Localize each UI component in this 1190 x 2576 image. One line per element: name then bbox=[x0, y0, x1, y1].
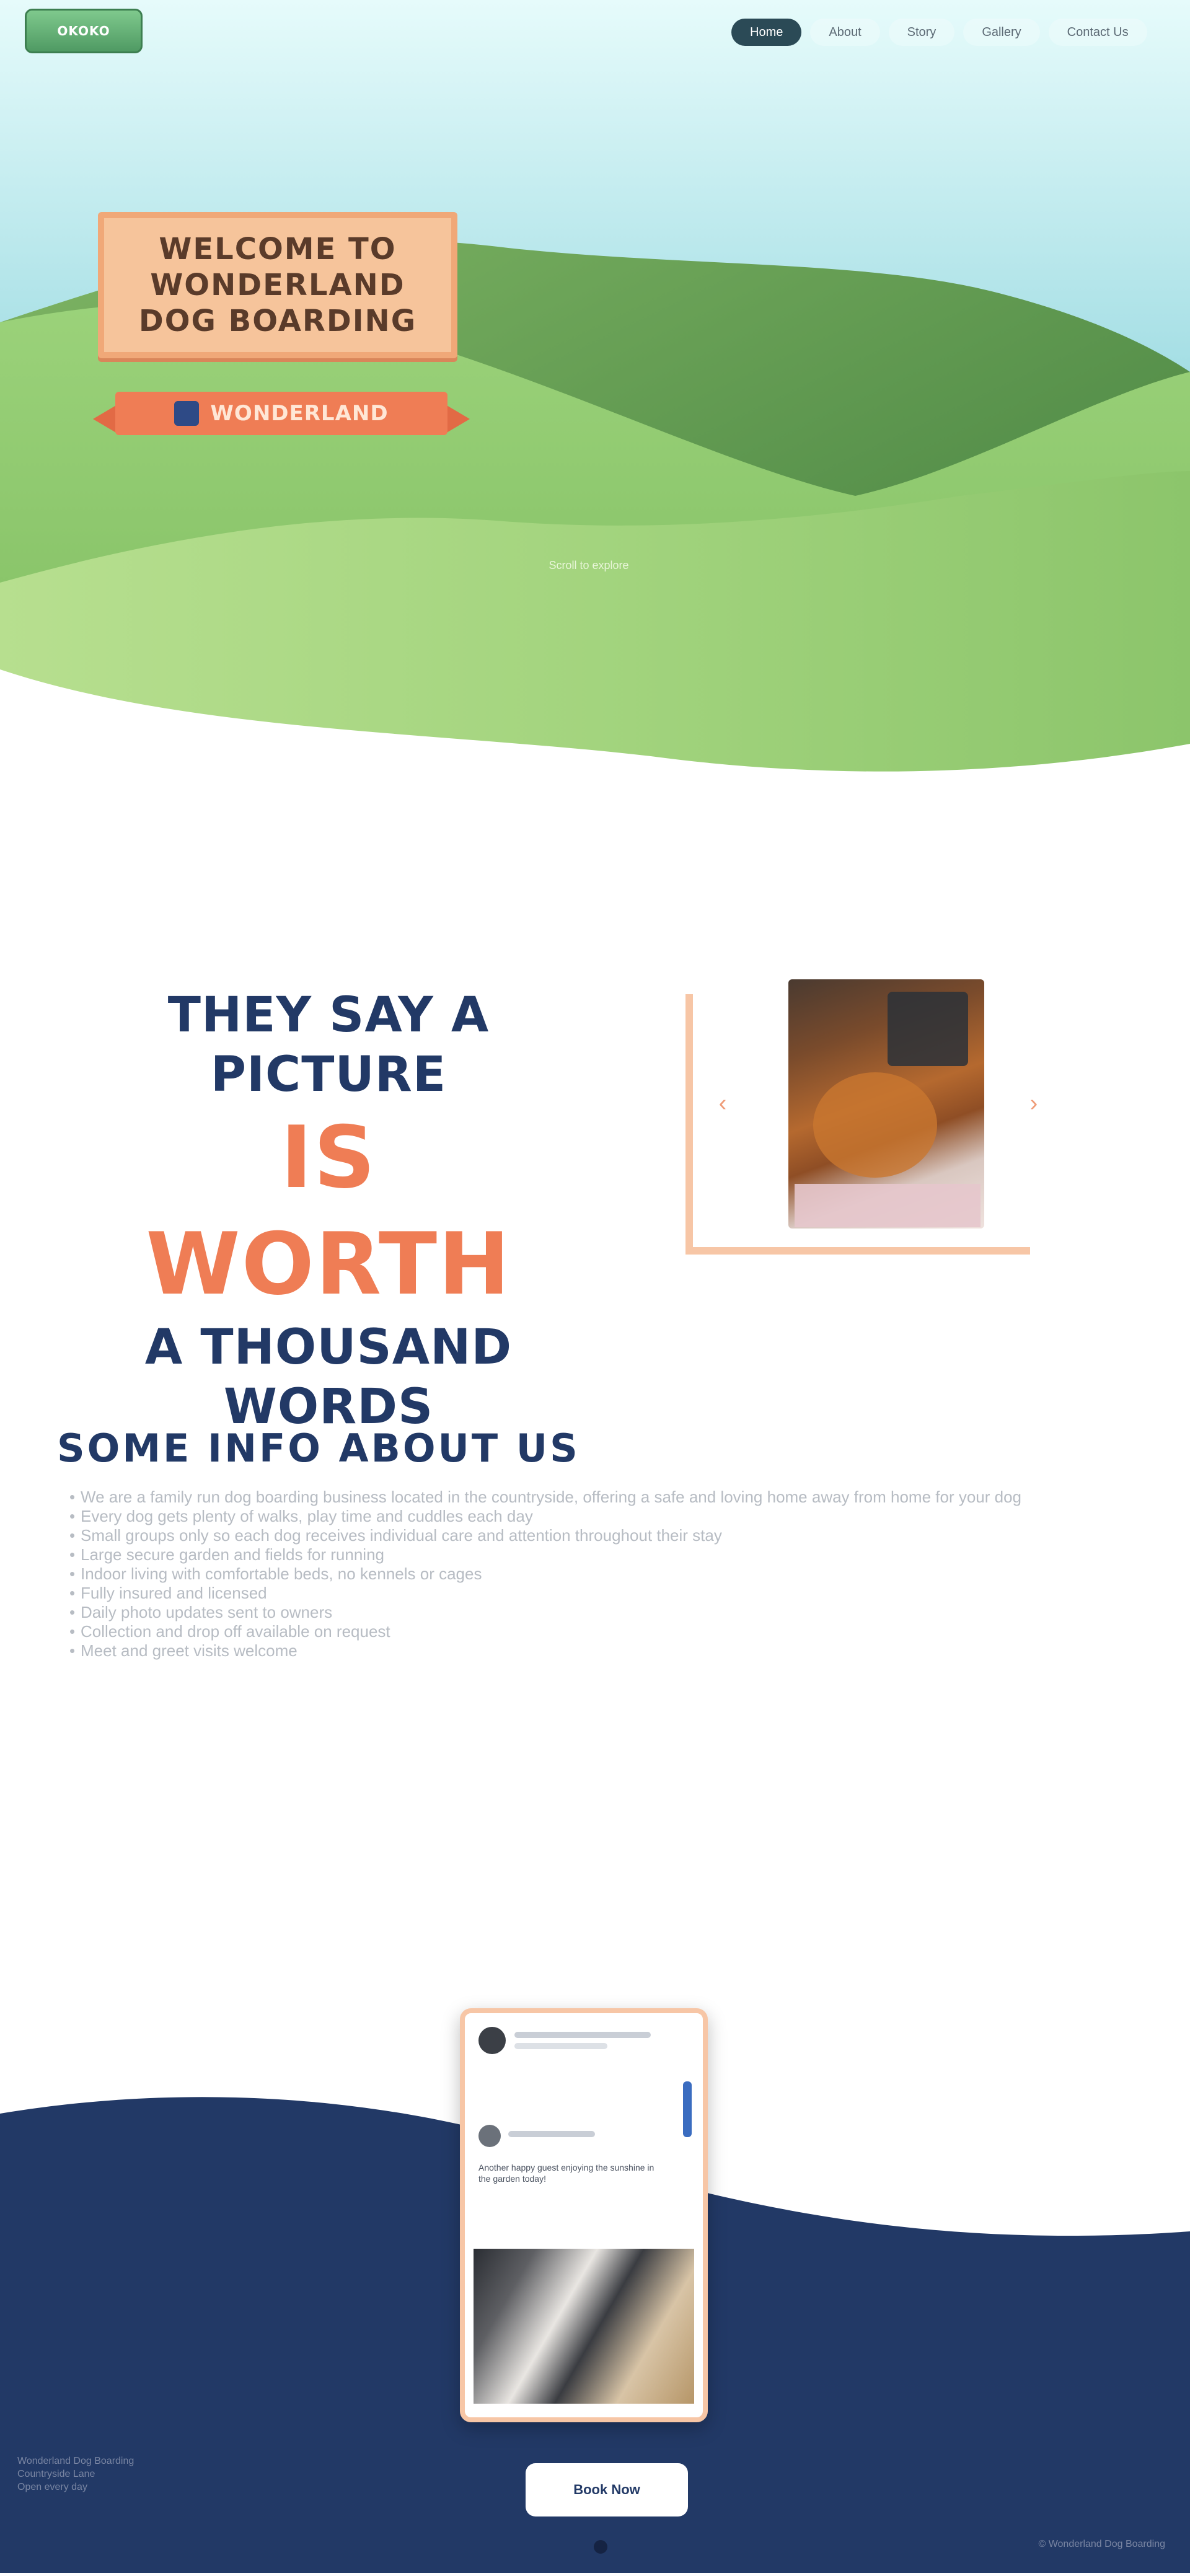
scroll-top-icon[interactable] bbox=[594, 2540, 607, 2554]
post-text: Another happy guest enjoying the sunshin… bbox=[478, 2163, 654, 2184]
footer-contact-text: Wonderland Dog Boarding Countryside Lane… bbox=[17, 2456, 134, 2492]
about-item: We are a family run dog boarding busines… bbox=[69, 1488, 1134, 1507]
about-item: Every dog gets plenty of walks, play tim… bbox=[69, 1507, 1134, 1526]
site-logo[interactable]: OKOKO bbox=[25, 9, 143, 53]
footer-copyright: © Wonderland Dog Boarding bbox=[1038, 2539, 1165, 2549]
feed-header bbox=[478, 2027, 689, 2054]
quote-line-1: THEY SAY A PICTURE bbox=[167, 987, 490, 1103]
post-avatar bbox=[478, 2125, 501, 2147]
post-image[interactable] bbox=[474, 2249, 694, 2404]
about-item: Large secure garden and fields for runni… bbox=[69, 1545, 1134, 1564]
text-placeholder bbox=[514, 2043, 607, 2049]
photo-shape bbox=[795, 1184, 981, 1227]
welcome-line-1: WELCOME TO bbox=[159, 232, 397, 267]
about-item: Fully insured and licensed bbox=[69, 1584, 1134, 1603]
nav-gallery[interactable]: Gallery bbox=[963, 19, 1040, 46]
nav-contact[interactable]: Contact Us bbox=[1048, 19, 1147, 46]
about-list: We are a family run dog boarding busines… bbox=[69, 1488, 1134, 1661]
page-avatar bbox=[478, 2027, 506, 2054]
main-nav: Home About Story Gallery Contact Us bbox=[731, 15, 1147, 50]
welcome-line-3: DOG BOARDING bbox=[138, 304, 417, 338]
paw-badge-icon bbox=[174, 401, 200, 426]
about-item: Small groups only so each dog receives i… bbox=[69, 1526, 1134, 1545]
text-placeholder bbox=[514, 2032, 651, 2038]
nav-story[interactable]: Story bbox=[888, 19, 955, 46]
book-now-button[interactable]: Book Now bbox=[526, 2463, 688, 2516]
quote-line-3: A THOUSAND WORDS bbox=[144, 1320, 513, 1435]
nav-about[interactable]: About bbox=[810, 19, 880, 46]
text-placeholder bbox=[508, 2131, 595, 2137]
nav-home[interactable]: Home bbox=[731, 19, 802, 46]
post-header bbox=[478, 2125, 689, 2150]
facebook-feed-widget[interactable]: Another happy guest enjoying the sunshin… bbox=[460, 2008, 708, 2422]
picture-quote: THEY SAY A PICTURE IS WORTH A THOUSAND W… bbox=[93, 986, 564, 1437]
photo-shape bbox=[813, 1072, 937, 1178]
about-item: Collection and drop off available on req… bbox=[69, 1622, 1134, 1641]
about-item: Indoor living with comfortable beds, no … bbox=[69, 1564, 1134, 1584]
about-title: SOME INFO ABOUT US bbox=[57, 1426, 580, 1471]
ribbon-text: WONDERLAND bbox=[210, 401, 389, 426]
quote-line-2: IS WORTH bbox=[146, 1108, 511, 1314]
ribbon-banner: WONDERLAND bbox=[115, 392, 447, 435]
carousel-next-icon[interactable]: › bbox=[1021, 1085, 1046, 1122]
about-item: Daily photo updates sent to owners bbox=[69, 1603, 1134, 1622]
hero-caption: Scroll to explore bbox=[549, 559, 629, 571]
carousel-photo[interactable] bbox=[788, 979, 984, 1228]
hero-ribbon: WONDERLAND bbox=[93, 392, 470, 435]
photo-shape bbox=[888, 992, 968, 1066]
carousel-prev-icon[interactable]: ‹ bbox=[710, 1085, 735, 1122]
about-item: Meet and greet visits welcome bbox=[69, 1641, 1134, 1661]
welcome-line-2: WONDERLAND bbox=[150, 268, 405, 302]
welcome-sign: WELCOME TO WONDERLAND DOG BOARDING bbox=[98, 212, 457, 358]
